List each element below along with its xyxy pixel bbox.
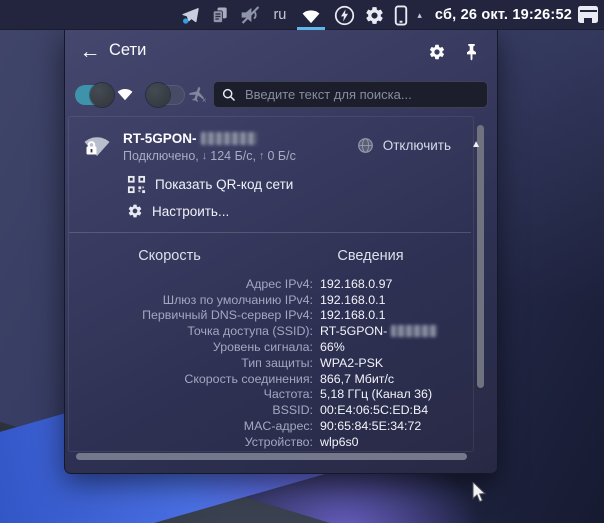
wifi-icon [115, 86, 135, 106]
settings-tray-icon[interactable] [364, 5, 385, 26]
detail-value: 866,7 Мбит/с [320, 371, 395, 386]
detail-label: Устройство: [244, 434, 313, 449]
airplane-mode-icon: ✕ [188, 85, 207, 109]
detail-row: Частота: 5,18 ГГц (Канал 36) [73, 387, 467, 403]
qr-code-icon [127, 175, 146, 194]
detail-row: Точка доступа (SSID): RT-5GPON- [73, 323, 467, 339]
details-tabs: Скорость Сведения [69, 244, 471, 268]
detail-row: Шлюз по умолчанию IPv4: 192.168.0.1 [73, 292, 467, 308]
detail-row: BSSID: 00:E4:06:5C:ED:B4 [73, 402, 467, 418]
keyboard-layout-indicator[interactable]: ru [271, 7, 288, 23]
detail-label: Точка доступа (SSID): [187, 324, 313, 339]
detail-label: MAC-адрес: [243, 419, 313, 434]
detail-value: wlp6s0 [320, 434, 359, 449]
detail-row: Скорость соединения: 866,7 Мбит/с [73, 371, 467, 387]
detail-label: Адрес IPv4: [245, 276, 313, 291]
wallpaper-shape [484, 30, 604, 523]
detail-value: 192.168.0.1 [320, 308, 386, 323]
show-desktop-icon[interactable] [578, 6, 598, 23]
detail-row: Устройство: wlp6s0 [73, 434, 467, 450]
detail-value: 192.168.0.1 [320, 292, 386, 307]
redacted-text [391, 325, 438, 338]
airplane-mode-toggle[interactable] [146, 83, 185, 107]
disconnect-button[interactable]: Отключить [357, 137, 451, 154]
detail-label: Первичный DNS-сервер IPv4: [142, 308, 313, 323]
horizontal-scrollbar[interactable] [76, 453, 467, 460]
telegram-icon[interactable] [180, 5, 201, 25]
download-arrow-icon: ↓ [201, 150, 208, 162]
search-icon [222, 88, 236, 101]
search-box [213, 81, 488, 108]
detail-row: Уровень сигнала: 66% [73, 339, 467, 355]
section-divider [69, 232, 471, 233]
networks-applet-popup: ← Сети ✕ Введите текст для поиска... RT-… [64, 30, 498, 474]
detail-label: Тип защиты: [241, 355, 313, 370]
clock[interactable]: сб, 26 окт. 19:26:52 [431, 7, 572, 23]
popup-header: ← Сети [65, 38, 497, 68]
network-ssid[interactable]: RT-5GPON- [123, 131, 257, 146]
detail-label: Скорость соединения: [184, 371, 313, 386]
toggle-knob [90, 83, 114, 107]
detail-label: Шлюз по умолчанию IPv4: [162, 292, 313, 307]
network-tray-icon[interactable] [297, 0, 326, 30]
detail-value: 5,18 ГГц (Канал 36) [320, 387, 433, 402]
wifi-locked-icon [79, 128, 115, 164]
svg-text:✕: ✕ [201, 97, 206, 104]
connection-status: Подключено, ↓ 124 Б/с, ↑ 0 Б/с [123, 149, 296, 163]
clipboard-icon[interactable] [210, 5, 230, 25]
download-rate: 124 Б/с, [210, 149, 256, 163]
configure-network-connections-button[interactable] [425, 40, 449, 64]
tray-expand-icon[interactable]: ▴ [417, 10, 422, 21]
vertical-scrollbar[interactable] [477, 125, 484, 388]
pin-popup-button[interactable] [459, 40, 483, 64]
upload-arrow-icon: ↑ [259, 150, 265, 162]
detail-label: BSSID: [272, 403, 313, 418]
tab-details[interactable]: Сведения [270, 244, 471, 268]
detail-row: Первичный DNS-сервер IPv4: 192.168.0.1 [73, 308, 467, 324]
detail-row: MAC-адрес: 90:65:84:5E:34:72 [73, 418, 467, 434]
detail-value: WPA2-PSK [320, 355, 384, 370]
toggle-knob [146, 83, 170, 107]
details-table: Адрес IPv4: 192.168.0.97 Шлюз по умолчан… [73, 276, 467, 450]
desktop: ru ▴ сб, 26 окт. 19:26:52 ← Сети ✕ Введи… [0, 0, 604, 523]
detail-value: RT-5GPON- [320, 324, 438, 338]
search-input[interactable] [243, 86, 479, 103]
detail-row: Адрес IPv4: 192.168.0.97 [73, 276, 467, 292]
gear-icon [128, 204, 142, 218]
upload-rate: 0 Б/с [267, 149, 296, 163]
back-button[interactable]: ← [77, 39, 103, 65]
active-applet-underline [297, 27, 326, 30]
configure-connection-button[interactable]: Настроить... [127, 203, 229, 219]
network-globe-icon [357, 138, 373, 153]
detail-label: Частота: [263, 387, 313, 402]
audio-muted-icon[interactable] [239, 5, 262, 25]
detail-label: Уровень сигнала: [212, 340, 313, 355]
detail-value: 192.168.0.97 [320, 276, 393, 291]
system-tray: ru ▴ сб, 26 окт. 19:26:52 [180, 0, 572, 30]
collapse-details-button[interactable]: ▲ [471, 139, 481, 150]
detail-value: 66% [320, 340, 345, 355]
power-profile-icon[interactable] [334, 5, 355, 26]
detail-value: 90:65:84:5E:34:72 [320, 419, 422, 434]
show-qr-button[interactable]: Показать QR-код сети [127, 175, 293, 194]
phone-tray-icon[interactable] [394, 4, 408, 26]
detail-value: 00:E4:06:5C:ED:B4 [320, 403, 429, 418]
mouse-cursor [472, 480, 489, 509]
detail-row: Тип защиты: WPA2-PSK [73, 355, 467, 371]
tab-speed[interactable]: Скорость [69, 244, 270, 268]
redacted-ssid [200, 132, 257, 145]
wifi-toggle[interactable] [75, 83, 114, 107]
popup-title: Сети [109, 41, 147, 59]
top-panel: ru ▴ сб, 26 окт. 19:26:52 [0, 0, 604, 30]
